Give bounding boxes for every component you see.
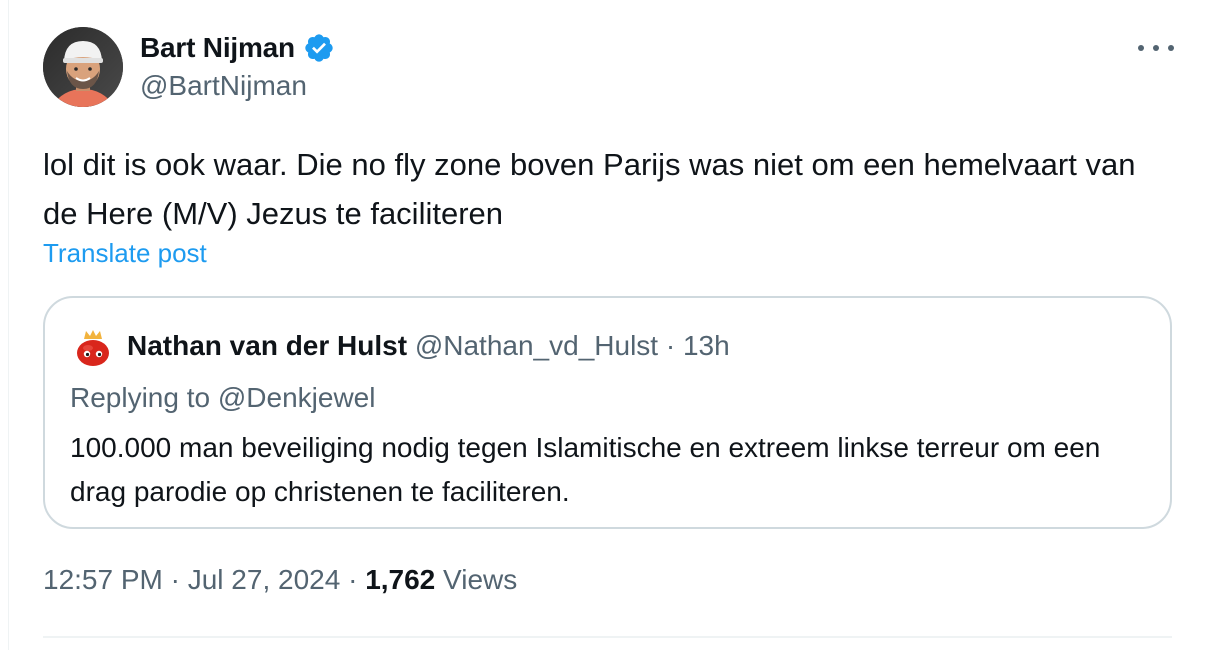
quote-author-avatar — [75, 329, 111, 367]
author-name-row: Bart Nijman — [140, 30, 335, 66]
left-border — [8, 0, 9, 650]
quote-text: 100.000 man beveiliging nodig tegen Isla… — [70, 432, 1101, 507]
post-footer: 12:57 PM · Jul 27, 2024 · 1,762 Views — [43, 564, 517, 596]
translate-post-link[interactable]: Translate post — [43, 238, 207, 269]
verified-badge-icon[interactable] — [303, 32, 335, 64]
divider — [43, 636, 1172, 638]
footer-separator: · — [348, 564, 358, 595]
dot — [1168, 45, 1174, 51]
quote-author-name[interactable]: Nathan van der Hulst — [127, 330, 407, 361]
avatar-image — [43, 27, 123, 107]
author-handle[interactable]: @BartNijman — [140, 70, 307, 102]
views-count: 1,762 — [365, 564, 436, 595]
dot — [1138, 45, 1144, 51]
quote-header: Nathan van der Hulst @Nathan_vd_Hulst · … — [127, 328, 730, 364]
quote-author-handle[interactable]: @Nathan_vd_Hulst — [415, 330, 658, 361]
quote-meta-separator: · — [665, 330, 676, 361]
dot — [1153, 45, 1159, 51]
quote-replying-to: Replying to @Denkjewel — [70, 382, 376, 413]
more-dots-icon[interactable] — [1138, 36, 1174, 60]
quoted-post-card[interactable]: Nathan van der Hulst @Nathan_vd_Hulst · … — [43, 296, 1172, 529]
author-avatar[interactable] — [43, 27, 123, 107]
quote-age[interactable]: 13h — [683, 330, 730, 361]
views-label: Views — [443, 564, 518, 595]
author-name[interactable]: Bart Nijman — [140, 32, 295, 64]
post-timestamp[interactable]: 12:57 PM · Jul 27, 2024 — [43, 564, 340, 595]
post-text: lol dit is ook waar. Die no fly zone bov… — [43, 147, 1136, 231]
